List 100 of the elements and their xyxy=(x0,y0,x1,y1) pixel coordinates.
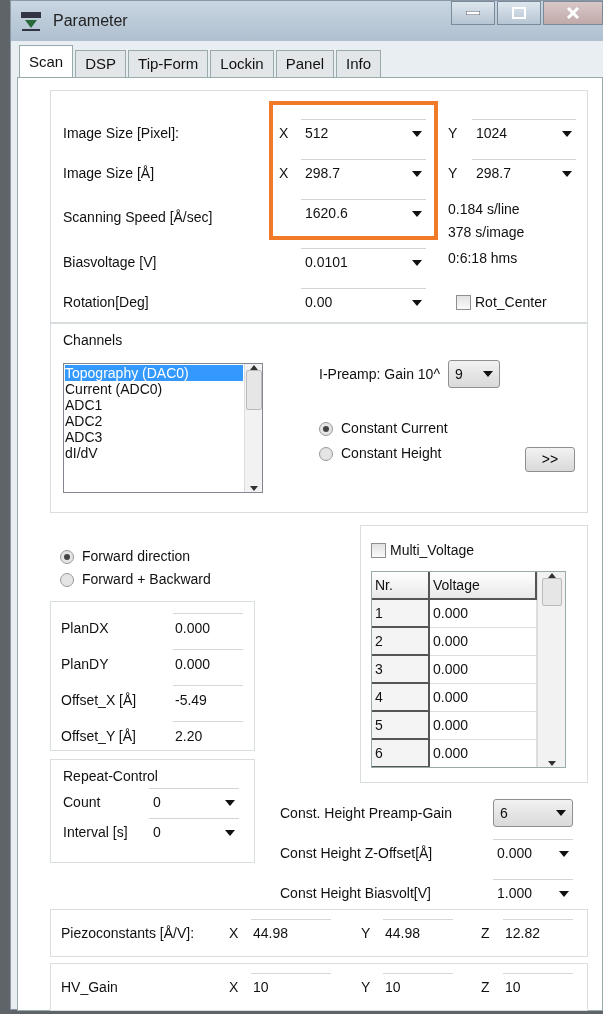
field-label: Const Height Biasvolt[V] xyxy=(280,883,432,903)
field-label: Biasvoltage [V] xyxy=(63,252,158,272)
dropdown-arrow-icon xyxy=(412,170,422,177)
dropdown[interactable]: 0.0101 xyxy=(301,248,426,276)
expand-button[interactable]: >> xyxy=(525,447,575,472)
field-label: Const Height Z-Offset[Å] xyxy=(280,843,434,863)
field-label: Const. Height Preamp-Gain xyxy=(280,803,453,823)
radio-button[interactable] xyxy=(60,572,74,587)
row-header: 1 xyxy=(372,600,430,628)
dropdown[interactable]: 0.000 xyxy=(493,839,573,867)
dropdown[interactable]: 298.7 xyxy=(472,159,576,187)
dropdown[interactable]: 6 xyxy=(493,799,573,827)
dropdown-arrow-icon xyxy=(225,799,235,806)
row-header: 3 xyxy=(372,656,430,684)
row-header: 2 xyxy=(372,628,430,656)
scroll-down-icon[interactable] xyxy=(547,761,556,767)
list-item[interactable]: ADC1 xyxy=(65,397,243,413)
radio-label: Forward + Backward xyxy=(82,570,211,589)
radio-button[interactable] xyxy=(319,421,333,436)
list-item[interactable]: dI/dV xyxy=(65,445,243,461)
close-button[interactable] xyxy=(543,1,603,25)
checkbox[interactable] xyxy=(456,294,471,310)
radio-label: Constant Height xyxy=(341,444,442,463)
dropdown-arrow-icon xyxy=(412,299,422,306)
tab[interactable]: Lockin xyxy=(210,50,274,77)
input-field[interactable]: 44.98 xyxy=(251,919,331,947)
row-header: 5 xyxy=(372,712,430,740)
checkbox-label: Rot_Center xyxy=(475,292,547,312)
axis-label: X xyxy=(229,977,240,997)
tab[interactable]: DSP xyxy=(75,50,127,77)
axis-label: X xyxy=(279,163,290,183)
dropdown[interactable]: 512 xyxy=(301,119,426,147)
radio-label: Forward direction xyxy=(82,547,191,566)
input-field[interactable]: 10 xyxy=(503,973,573,1001)
axis-label: Y xyxy=(448,163,459,183)
window-title: Parameter xyxy=(53,11,128,31)
dropdown[interactable]: 0.00 xyxy=(301,288,426,316)
minimize-button[interactable] xyxy=(451,1,495,25)
field-label: HV_Gain xyxy=(61,977,119,997)
field-label: Rotation[Deg] xyxy=(63,292,150,312)
scroll-down-icon[interactable] xyxy=(249,486,258,492)
info-text: 378 s/image xyxy=(448,223,526,242)
scrollbar[interactable] xyxy=(244,364,262,492)
dropdown[interactable]: 298.7 xyxy=(301,159,426,187)
maximize-button[interactable] xyxy=(497,1,541,25)
input-field[interactable]: -5.49 xyxy=(173,685,243,715)
tab[interactable]: Info xyxy=(336,50,382,77)
axis-label: X xyxy=(279,123,290,143)
scroll-thumb[interactable] xyxy=(245,370,262,410)
input-field[interactable]: 44.98 xyxy=(383,919,453,947)
field-label: Offset_X [Å] xyxy=(61,690,138,710)
tab[interactable]: Scan xyxy=(19,45,74,77)
scroll-thumb[interactable] xyxy=(541,578,562,606)
dropdown[interactable]: 0 xyxy=(149,818,239,846)
input-field[interactable]: 10 xyxy=(383,973,453,1001)
field-label: Count xyxy=(63,792,102,812)
column-header[interactable]: Voltage xyxy=(430,572,537,600)
list-item[interactable]: ADC3 xyxy=(65,429,243,445)
radio-button[interactable] xyxy=(319,446,333,461)
input-field[interactable]: 2.20 xyxy=(173,721,243,751)
dropdown-arrow-icon xyxy=(412,259,422,266)
column-header[interactable]: Nr. xyxy=(372,572,430,600)
input-field[interactable]: 10 xyxy=(251,973,331,1001)
axis-label: Y xyxy=(448,123,459,143)
axis-label: Z xyxy=(481,923,491,943)
dropdown[interactable]: 1620.6 xyxy=(301,199,426,227)
field-label: PlanDY xyxy=(61,654,110,674)
field-label: Offset_Y [Å] xyxy=(61,726,137,746)
field-label: I-Preamp: Gain 10^ xyxy=(319,364,440,384)
info-text: 0.184 s/line xyxy=(448,200,521,219)
group-title: Channels xyxy=(63,331,124,350)
scrollbar[interactable] xyxy=(537,572,565,767)
field-label: Interval [s] xyxy=(63,822,129,842)
radio-button[interactable] xyxy=(60,549,74,564)
axis-label: Y xyxy=(361,977,372,997)
dropdown[interactable]: 1.000 xyxy=(493,879,573,907)
dropdown-arrow-icon xyxy=(412,130,422,137)
field-label: Scanning Speed [Å/sec] xyxy=(63,208,214,227)
checkbox[interactable] xyxy=(371,543,386,558)
dropdown[interactable]: 0 xyxy=(149,788,239,816)
tab[interactable]: Tip-Form xyxy=(128,50,209,77)
channel-list[interactable]: Topography (DAC0) Current (ADC0) ADC1 ADC2 ADC3 dI/dV xyxy=(63,363,263,493)
close-icon xyxy=(566,7,580,19)
maximize-icon xyxy=(512,7,526,19)
list-item[interactable]: ADC2 xyxy=(65,413,243,429)
input-field[interactable]: 12.82 xyxy=(503,919,573,947)
field-label: Piezoconstants [Å/V]: xyxy=(61,923,196,943)
dropdown-arrow-icon xyxy=(556,810,566,816)
group-title: Repeat-Control xyxy=(63,767,159,786)
dropdown[interactable]: 1024 xyxy=(472,119,576,147)
row-header: 6 xyxy=(372,740,430,767)
dropdown-arrow-icon xyxy=(559,890,569,897)
input-field[interactable]: 0.000 xyxy=(173,649,243,679)
input-field[interactable]: 0.000 xyxy=(173,613,243,643)
list-item[interactable]: Current (ADC0) xyxy=(65,381,243,397)
info-text: 0:6:18 hms xyxy=(448,249,519,268)
axis-label: Y xyxy=(361,923,372,943)
checkbox-label: Multi_Voltage xyxy=(390,541,475,560)
dropdown[interactable]: 9 xyxy=(447,360,500,388)
tab[interactable]: Panel xyxy=(275,50,335,77)
